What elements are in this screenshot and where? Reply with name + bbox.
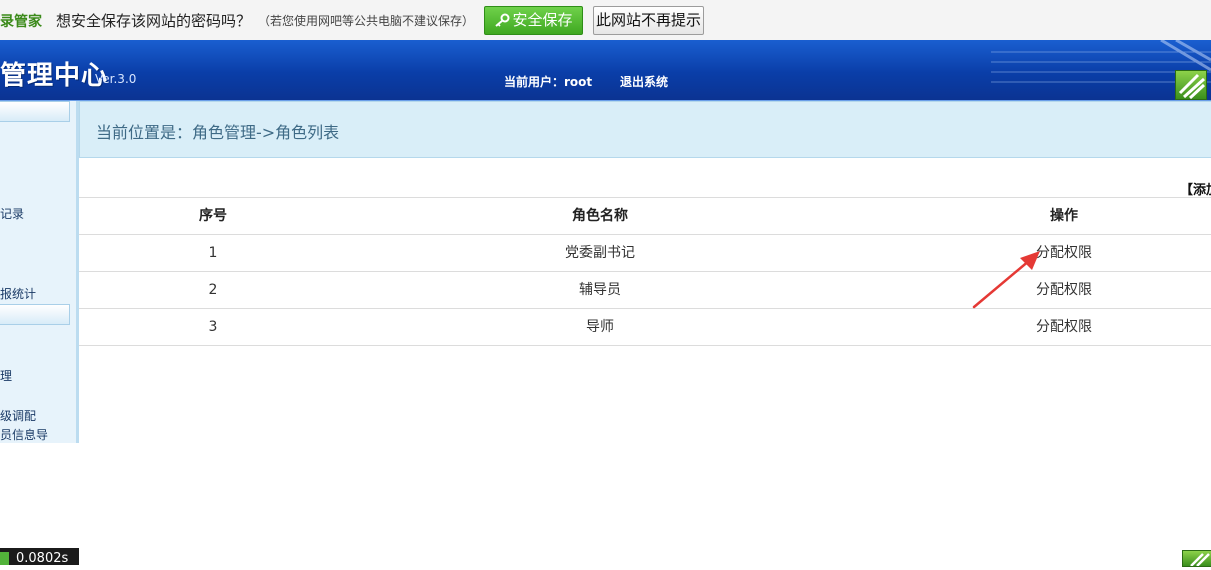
current-user-label: 当前用户：root — [504, 75, 593, 89]
row-index: 2 — [208, 282, 218, 298]
logo-icon — [1175, 70, 1207, 100]
sidebar-item-info-import[interactable]: 员信息导 — [0, 426, 48, 443]
password-manager-brand: 录管家 — [0, 14, 42, 30]
row-index: 1 — [208, 245, 218, 261]
render-time-badge: 0.0802s — [0, 548, 79, 565]
secure-save-label: 安全保存 — [512, 11, 573, 29]
logout-link[interactable]: 退出系统 — [620, 73, 668, 90]
row-role-name: 党委副书记 — [565, 245, 635, 261]
app-version: Ver.3.0 — [95, 72, 137, 86]
corner-logo-stripes — [1190, 553, 1210, 567]
assign-permission-link[interactable]: 分配权限 — [1014, 309, 1114, 345]
sidebar-item-statistics[interactable]: 报统计 — [0, 285, 36, 302]
sidebar-section-header[interactable] — [0, 304, 70, 325]
corner-logo-icon — [1182, 550, 1211, 567]
column-header-index: 序号 — [199, 208, 227, 224]
sidebar-item-records[interactable]: 记录 — [0, 205, 24, 222]
never-remind-button[interactable]: 此网站不再提示 — [593, 6, 704, 35]
app-header: 管理中心 Ver.3.0 当前用户：root 退出系统 — [0, 40, 1211, 102]
status-icon — [0, 552, 9, 565]
breadcrumb: 当前位置是：角色管理->角色列表 — [79, 101, 1211, 158]
sidebar-item-level-adjust[interactable]: 级调配 — [0, 407, 36, 424]
password-save-bar: 录管家 想安全保存该网站的密码吗？ （若您使用网吧等公共电脑不建议保存） 安全保… — [0, 0, 1211, 41]
save-password-question: 想安全保存该网站的密码吗？ — [56, 12, 252, 30]
column-header-action: 操作 — [1050, 208, 1078, 224]
column-header-role-name: 角色名称 — [572, 208, 628, 224]
logo-stripes — [1178, 73, 1206, 100]
row-role-name: 辅导员 — [579, 282, 621, 298]
secure-save-button[interactable]: 安全保存 — [484, 6, 583, 35]
breadcrumb-text: 当前位置是：角色管理->角色列表 — [96, 123, 340, 142]
key-icon — [495, 13, 510, 27]
render-time-text: 0.0802s — [16, 551, 69, 565]
table-header-row: 序号 角色名称 操作 — [79, 198, 1211, 235]
row-role-name: 导师 — [586, 319, 614, 335]
table-row: 3 导师 分配权限 — [79, 309, 1211, 346]
app-title: 管理中心 — [0, 61, 109, 91]
sidebar-section-header[interactable] — [0, 101, 70, 122]
sidebar: 记录 报统计 理 级调配 员信息导 — [0, 101, 79, 443]
add-role-link[interactable]: 【添加 — [1180, 179, 1211, 198]
sidebar-item-management[interactable]: 理 — [0, 367, 12, 384]
save-password-hint: （若您使用网吧等公共电脑不建议保存） — [258, 14, 475, 28]
row-index: 3 — [208, 319, 218, 335]
annotation-arrow — [972, 251, 1040, 309]
